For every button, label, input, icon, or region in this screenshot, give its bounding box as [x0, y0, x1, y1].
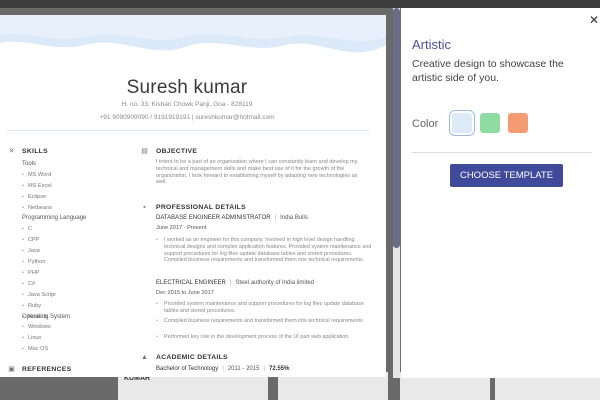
skill-item: Mac OS	[22, 346, 48, 352]
job-bullet: Compiled business requirements and trans…	[156, 318, 372, 325]
job-title: ELECTRICAL ENGINEER	[156, 280, 226, 286]
degree-score: 72.55%	[268, 366, 290, 372]
professional-heading: PROFESSIONAL DETAILS	[156, 204, 246, 211]
degree-years: 2011 - 2015	[227, 366, 260, 372]
skill-item: Python	[22, 259, 45, 265]
template-description: Creative design to showcase the artistic…	[412, 58, 564, 84]
academic-heading: ACADEMIC DETAILS	[156, 354, 228, 361]
skill-item: C	[22, 226, 32, 232]
skill-group-label: Programming Language	[22, 215, 87, 221]
job-dates: June 2017 - Present	[156, 225, 207, 231]
template-title: Artistic	[412, 37, 451, 52]
job-company: India Bulls	[280, 215, 308, 221]
briefcase-icon: ▪	[143, 204, 146, 211]
skill-item: MS Word	[22, 172, 51, 178]
academic-line: Bachelor of Technology | 2011 - 2015 | 72.55…	[156, 366, 290, 372]
skill-item: MS Excel	[22, 183, 52, 189]
skill-group-label: Operating System	[22, 314, 71, 320]
backdrop-topbar	[0, 0, 600, 8]
job-title: DATABASE ENGINEER ADMINISTRATOR	[156, 215, 271, 221]
skill-item: Java Script	[22, 292, 56, 298]
color-swatch-blue[interactable]	[452, 113, 472, 133]
skill-item: Eclipse	[22, 194, 46, 200]
resume-preview: Suresh kumar H. no. 33, Kishan Chowk Pan…	[0, 15, 386, 377]
job-title-line: ELECTRICAL ENGINEER | Steel authority of I…	[156, 280, 315, 286]
job-dates: Dec 2015 to June 2017	[156, 290, 214, 296]
job-company: Steel authority of India limited	[235, 280, 315, 286]
degree: Bachelor of Technology	[156, 366, 219, 372]
job-bullet: Provided system maintenance and support …	[156, 301, 372, 315]
skill-item: Ruby	[22, 303, 41, 309]
skill-item: Netbeans	[22, 205, 52, 211]
color-swatch-orange[interactable]	[508, 113, 528, 133]
skill-item: Java	[22, 248, 40, 254]
skill-item: CPP	[22, 237, 40, 243]
skills-heading: SKILLS	[22, 148, 48, 155]
choose-template-button[interactable]: CHOOSE TEMPLATE	[450, 164, 563, 187]
header-wave	[0, 15, 386, 53]
objective-icon: ▤	[141, 148, 148, 155]
resume-address: H. no. 33, Kishan Chowk Panji, Goa - 828…	[121, 101, 253, 108]
panel-divider	[412, 152, 592, 153]
skill-item: C#	[22, 281, 35, 287]
color-label: Color	[412, 118, 439, 130]
skill-item: Windows	[22, 324, 51, 330]
objective-heading: OBJECTIVE	[156, 148, 198, 155]
skill-group-label: Tools	[22, 161, 37, 167]
preview-scrollbar-thumb[interactable]	[393, 8, 400, 248]
objective-text: I intent to be a part of an organization…	[156, 159, 358, 186]
resume-contact: +91 9090909090 / 9191919191 | sureshkuma…	[99, 114, 275, 121]
skill-item: Linux	[22, 335, 41, 341]
skills-icon: ✕	[8, 148, 15, 155]
close-icon[interactable]: ✕	[589, 13, 599, 27]
graduation-cap-icon: ▲	[141, 354, 148, 361]
references-heading: REFERENCES	[22, 366, 72, 373]
job-bullet: Performed key role in the development pr…	[156, 334, 372, 341]
skill-item: PHP	[22, 270, 40, 276]
references-icon: ▣	[8, 366, 15, 373]
header-divider	[7, 130, 369, 131]
job-title-line: DATABASE ENGINEER ADMINISTRATOR | India Bu…	[156, 215, 308, 221]
resume-name: Suresh kumar	[126, 77, 248, 98]
color-swatch-green[interactable]	[480, 113, 500, 133]
job-bullet: I worked as an engineer for this company…	[156, 237, 372, 264]
